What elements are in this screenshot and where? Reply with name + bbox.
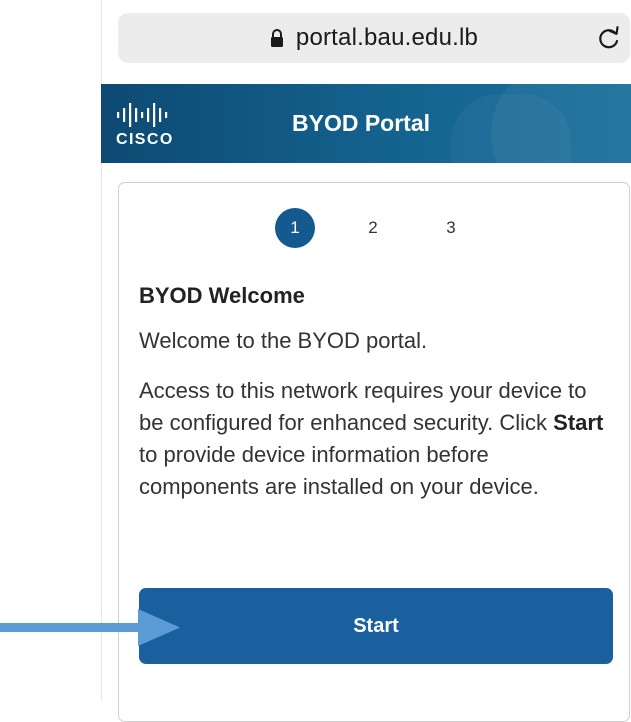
address-bar[interactable]: portal.bau.edu.lb <box>118 13 630 63</box>
portal-header: CISCO BYOD Portal <box>101 84 631 163</box>
instructions-text: Access to this network requires your dev… <box>139 375 609 503</box>
url-text: portal.bau.edu.lb <box>295 24 479 51</box>
welcome-card: 1 2 3 BYOD Welcome Welcome to the BYOD p… <box>118 182 630 722</box>
step-indicator: 1 2 3 <box>119 206 631 258</box>
welcome-text: Welcome to the BYOD portal. <box>139 328 428 353</box>
start-button[interactable]: Start <box>139 588 613 664</box>
cisco-logo: CISCO <box>116 103 174 146</box>
card-title: BYOD Welcome <box>139 283 305 308</box>
instructions-text-part: to provide device information before com… <box>139 442 539 499</box>
portal-title: BYOD Portal <box>292 110 431 136</box>
annotation-arrow <box>0 609 180 646</box>
step-3: 3 <box>446 218 456 237</box>
step-1: 1 <box>275 208 315 248</box>
svg-text:CISCO: CISCO <box>116 131 174 146</box>
instructions-text-part: Access to this network requires your dev… <box>139 378 587 435</box>
lock-icon <box>270 29 283 47</box>
instructions-start-emphasis: Start <box>553 410 604 435</box>
header-decoration <box>451 94 571 163</box>
step-2: 2 <box>368 218 378 237</box>
reload-icon[interactable] <box>596 25 622 51</box>
